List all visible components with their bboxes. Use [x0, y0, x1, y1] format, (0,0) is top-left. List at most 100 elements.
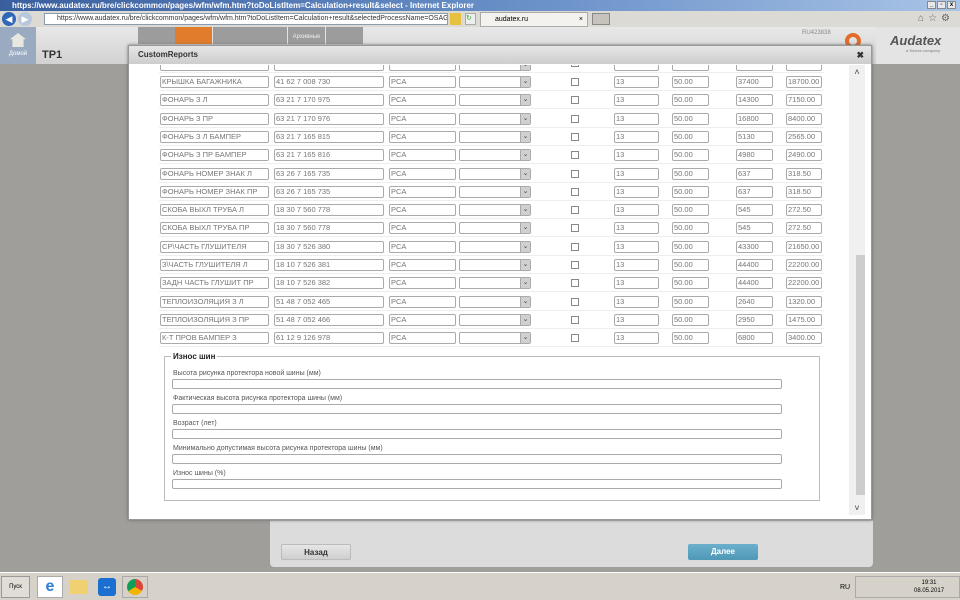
row-checkbox[interactable] — [571, 334, 579, 343]
price-type-field[interactable]: PCA — [389, 332, 456, 345]
quantity-field[interactable]: 13 — [614, 185, 659, 198]
tire-input[interactable] — [172, 479, 782, 489]
next-button[interactable]: Далее — [688, 544, 758, 560]
scroll-up-icon[interactable]: ˄ — [849, 67, 865, 77]
price-field[interactable]: 44400 — [736, 259, 773, 271]
part-number-field[interactable]: 51 48 7 052 465 — [274, 295, 384, 308]
option-select[interactable]: ⌄ — [459, 149, 531, 162]
back-button[interactable]: Назад — [281, 544, 351, 560]
quantity-field[interactable]: 13 — [614, 332, 659, 345]
price-type-field[interactable]: PCA — [389, 185, 456, 198]
option-select[interactable]: ⌄ — [459, 222, 531, 235]
percent-field[interactable]: 50.00 — [672, 130, 709, 143]
nav-tab-archive[interactable]: Архивные — [288, 27, 325, 44]
price-type-field[interactable]: PCA — [389, 130, 456, 143]
price-type-field[interactable]: PCA — [389, 295, 456, 308]
part-name-field[interactable]: ФОНАРЬ НОМЕР ЗНАК Л — [160, 167, 269, 180]
part-number-field[interactable]: 18 30 7 526 380 — [274, 240, 384, 253]
sum-field[interactable] — [786, 65, 822, 71]
part-name-field[interactable]: СР\ЧАСТЬ ГЛУШИТЕЛЯ — [160, 240, 269, 253]
minimize-button[interactable]: _ — [927, 1, 936, 9]
sum-field[interactable]: 318.50 — [786, 185, 822, 198]
scroll-thumb[interactable] — [856, 255, 865, 495]
price-type-field[interactable]: PCA — [389, 76, 456, 88]
price-type-field[interactable]: PCA — [389, 204, 456, 217]
quantity-field[interactable]: 13 — [614, 222, 659, 235]
percent-field[interactable]: 50.00 — [672, 277, 709, 290]
sum-field[interactable]: 1320.00 — [786, 295, 822, 308]
price-field[interactable]: 637 — [736, 167, 773, 180]
part-name-field[interactable]: ФОНАРЬ НОМЕР ЗНАК ПР — [160, 185, 269, 198]
price-field[interactable]: 4980 — [736, 149, 773, 162]
percent-field[interactable]: 50.00 — [672, 313, 709, 326]
part-number-field[interactable]: 18 10 7 526 382 — [274, 277, 384, 290]
row-checkbox[interactable] — [571, 261, 579, 269]
part-number-field[interactable]: 18 10 7 526 381 — [274, 259, 384, 271]
quantity-field[interactable]: 13 — [614, 204, 659, 217]
sum-field[interactable]: 2565.00 — [786, 130, 822, 143]
browser-tab[interactable]: audatex.ru × — [480, 12, 588, 27]
price-type-field[interactable]: PCA — [389, 149, 456, 162]
row-checkbox[interactable] — [571, 132, 579, 141]
price-type-field[interactable]: PCA — [389, 240, 456, 253]
sum-field[interactable]: 22200.00 — [786, 277, 822, 290]
price-field[interactable]: 6800 — [736, 332, 773, 345]
quantity-field[interactable]: 13 — [614, 149, 659, 162]
option-select[interactable]: ⌄ — [459, 313, 531, 326]
percent-field[interactable]: 50.00 — [672, 167, 709, 180]
option-select[interactable]: ⌄ — [459, 65, 531, 71]
part-number-field[interactable]: 63 21 7 165 816 — [274, 149, 384, 162]
part-number-field[interactable]: 51 48 7 052 466 — [274, 313, 384, 326]
row-checkbox[interactable] — [571, 242, 579, 251]
quantity-field[interactable]: 13 — [614, 76, 659, 88]
part-number-field[interactable]: 18 30 7 560 778 — [274, 222, 384, 235]
price-field[interactable]: 2640 — [736, 295, 773, 308]
part-number-field[interactable]: 63 21 7 170 976 — [274, 112, 384, 125]
row-checkbox[interactable] — [571, 224, 579, 233]
sum-field[interactable]: 2490.00 — [786, 149, 822, 162]
part-name-field[interactable]: ФОНАРЬ З Л — [160, 94, 269, 107]
close-icon[interactable]: ✖ — [856, 46, 864, 64]
price-type-field[interactable]: PCA — [389, 222, 456, 235]
price-type-field[interactable]: PCA — [389, 313, 456, 326]
option-select[interactable]: ⌄ — [459, 76, 531, 88]
sum-field[interactable]: 272.50 — [786, 204, 822, 217]
sum-field[interactable]: 1475.00 — [786, 313, 822, 326]
nav-tab-active[interactable] — [175, 27, 212, 44]
folder-icon[interactable] — [66, 576, 92, 598]
tire-input[interactable] — [172, 404, 782, 414]
price-type-field[interactable]: PCA — [389, 167, 456, 180]
row-checkbox[interactable] — [571, 78, 579, 86]
percent-field[interactable] — [672, 65, 709, 71]
tire-input[interactable] — [172, 454, 782, 464]
part-name-field[interactable]: ТЕПЛОИЗОЛЯЦИЯ З ПР — [160, 313, 269, 326]
price-field[interactable]: 545 — [736, 222, 773, 235]
language-indicator[interactable]: RU — [840, 584, 850, 591]
part-name-field[interactable]: ЗАДН ЧАСТЬ ГЛУШИТ ПР — [160, 277, 269, 290]
quantity-field[interactable]: 13 — [614, 112, 659, 125]
row-checkbox[interactable] — [571, 65, 579, 67]
part-name-field[interactable]: СКОБА ВЫХЛ ТРУБА ПР — [160, 222, 269, 235]
price-field[interactable]: 16800 — [736, 112, 773, 125]
sum-field[interactable]: 22200.00 — [786, 259, 822, 271]
part-number-field[interactable] — [274, 65, 384, 71]
option-select[interactable]: ⌄ — [459, 185, 531, 198]
option-select[interactable]: ⌄ — [459, 204, 531, 217]
part-number-field[interactable]: 18 30 7 560 778 — [274, 204, 384, 217]
price-field[interactable]: 37400 — [736, 76, 773, 88]
sum-field[interactable]: 21650.00 — [786, 240, 822, 253]
part-name-field[interactable]: З\ЧАСТЬ ГЛУШИТЕЛЯ Л — [160, 259, 269, 271]
chrome-icon[interactable] — [122, 576, 148, 598]
price-field[interactable]: 5130 — [736, 130, 773, 143]
option-select[interactable]: ⌄ — [459, 259, 531, 271]
nav-tab[interactable] — [213, 27, 250, 44]
home-icon[interactable]: ⌂ — [918, 13, 928, 24]
option-select[interactable]: ⌄ — [459, 277, 531, 290]
percent-field[interactable]: 50.00 — [672, 112, 709, 125]
gear-icon[interactable]: ⚙ — [941, 13, 954, 24]
tire-input[interactable] — [172, 429, 782, 439]
price-field[interactable] — [736, 65, 773, 71]
part-name-field[interactable] — [160, 65, 269, 71]
part-name-field[interactable]: ФОНАРЬ З Л БАМПЕР — [160, 130, 269, 143]
clock[interactable]: 19:31 08.05.2017 — [914, 579, 944, 595]
